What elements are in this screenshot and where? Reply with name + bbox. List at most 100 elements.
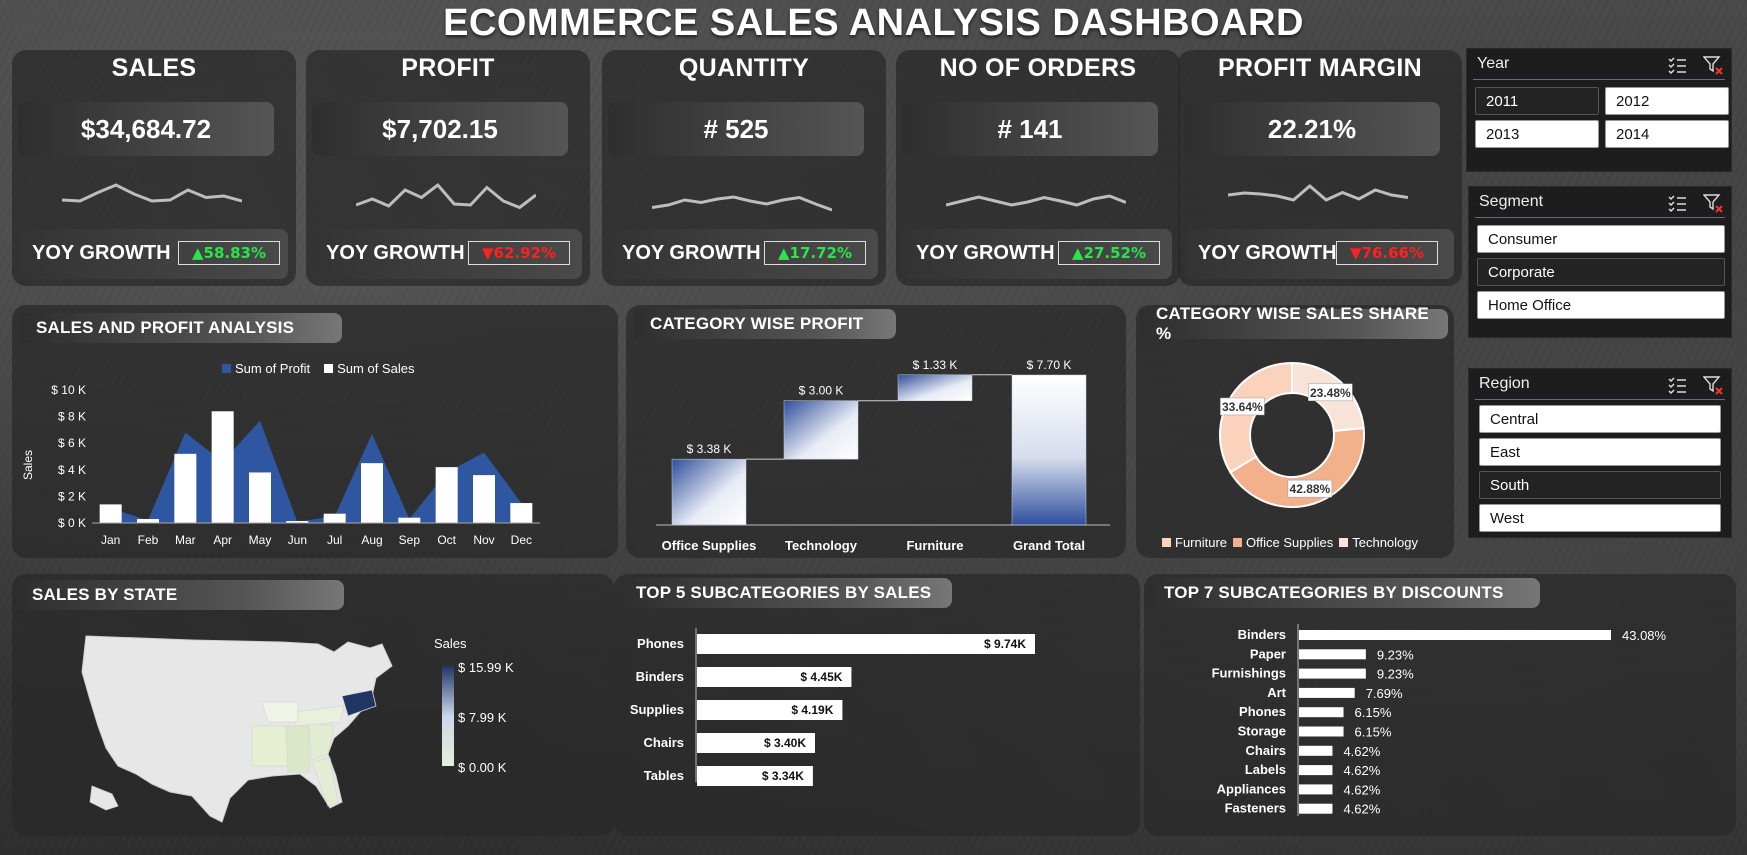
- discount-bar[interactable]: [1299, 687, 1355, 698]
- legend-swatch: [1339, 538, 1349, 547]
- sparkline: [356, 182, 536, 210]
- sales-by-state-title: SALES BY STATE: [16, 580, 344, 610]
- sales-bar[interactable]: [323, 513, 346, 523]
- yoy-value: ▲27.52%: [1058, 241, 1160, 265]
- us-map[interactable]: [72, 626, 412, 826]
- waterfall-bar[interactable]: [783, 400, 859, 460]
- top5-panel: TOP 5 SUBCATEGORIES BY SALES Phones $ 9.7…: [614, 574, 1140, 836]
- kpi-card-profit-margin: PROFIT MARGIN 22.21% YOY GROWTH ▼76.66%: [1178, 50, 1462, 286]
- category-profit-panel: CATEGORY WISE PROFIT $ 3.38 K Office Supp…: [626, 305, 1126, 558]
- sales-bar[interactable]: [361, 463, 383, 523]
- sparkline: [946, 194, 1126, 207]
- discount-bar[interactable]: [1299, 745, 1333, 756]
- sales-bar[interactable]: [211, 411, 234, 523]
- yoy-box: YOY GROWTH ▲17.72%: [608, 229, 878, 279]
- bar-category: Tables: [644, 768, 684, 783]
- bar-category: Supplies: [630, 702, 684, 717]
- multi-select-icon[interactable]: [1667, 55, 1687, 75]
- region-option-east[interactable]: East: [1479, 438, 1721, 466]
- waterfall-category: Office Supplies: [662, 538, 757, 553]
- sales-bar[interactable]: [174, 453, 197, 523]
- multi-select-icon[interactable]: [1667, 193, 1687, 213]
- bar-category: Labels: [1245, 762, 1286, 777]
- map-legend-title: Sales: [434, 636, 467, 651]
- yoy-label: YOY GROWTH: [1198, 242, 1337, 264]
- yoy-label: YOY GROWTH: [622, 242, 761, 264]
- top5-chart: Phones $ 9.74K Binders $ 4.45K Supplies $ 4.1…: [630, 628, 1035, 786]
- waterfall-bar[interactable]: [1011, 374, 1087, 526]
- year-option-2013[interactable]: 2013: [1475, 120, 1599, 148]
- top5-title: TOP 5 SUBCATEGORIES BY SALES: [620, 578, 952, 608]
- segment-slicer-title: Segment: [1479, 193, 1544, 210]
- x-tick-label: Feb: [138, 533, 159, 547]
- sales-profit-legend: Sum of Profit Sum of Sales: [222, 361, 428, 376]
- top7-chart: Binders 43.08% Paper 9.23% Furnishings 9.23% A…: [1212, 624, 1667, 817]
- segment-option-home-office[interactable]: Home Office: [1477, 291, 1725, 319]
- bar-value-label: $ 9.74K: [984, 637, 1026, 651]
- sparkline-line: [652, 195, 832, 212]
- y-axis-label: Sales: [21, 450, 35, 480]
- year-option-2014[interactable]: 2014: [1605, 120, 1729, 148]
- discount-bar[interactable]: [1299, 668, 1366, 679]
- kpi-title: PROFIT: [401, 54, 495, 82]
- clear-filter-icon[interactable]: [1703, 375, 1723, 395]
- kpi-title: PROFIT MARGIN: [1218, 54, 1422, 82]
- sales-bar[interactable]: [249, 472, 271, 523]
- map-color-scale: [442, 666, 454, 766]
- multi-select-icon[interactable]: [1667, 375, 1687, 395]
- bar-value-label: $ 3.40K: [764, 736, 806, 750]
- yoy-box: YOY GROWTH ▲27.52%: [902, 229, 1172, 279]
- region-slicer-title: Region: [1479, 375, 1530, 392]
- sales-bar[interactable]: [473, 475, 495, 523]
- kpi-value: # 525: [608, 102, 864, 156]
- region-option-central[interactable]: Central: [1479, 405, 1721, 433]
- year-option-2012[interactable]: 2012: [1605, 87, 1729, 115]
- donut-label: 23.48%: [1310, 386, 1351, 400]
- discount-bar[interactable]: [1299, 649, 1366, 660]
- waterfall-bar[interactable]: [671, 458, 747, 526]
- sales-bar[interactable]: [99, 504, 122, 523]
- kpi-value: # 141: [902, 102, 1158, 156]
- region-slicer: Region Central East South West: [1468, 368, 1732, 538]
- segment-option-consumer[interactable]: Consumer: [1477, 225, 1725, 253]
- kpi-title: NO OF ORDERS: [939, 54, 1137, 82]
- bar-value-label: $ 4.45K: [800, 670, 842, 684]
- waterfall-category: Technology: [785, 538, 858, 553]
- sales-bar[interactable]: [398, 517, 421, 523]
- discount-bar[interactable]: [1299, 803, 1333, 814]
- waterfall-bar[interactable]: [897, 374, 973, 401]
- category-profit-title: CATEGORY WISE PROFIT: [634, 309, 896, 339]
- discount-bar[interactable]: [1299, 707, 1344, 718]
- x-tick-label: Sep: [399, 533, 421, 547]
- region-option-south[interactable]: South: [1479, 471, 1721, 499]
- clear-filter-icon[interactable]: [1703, 55, 1723, 75]
- donut-slice[interactable]: [1219, 361, 1293, 474]
- discount-bar[interactable]: [1299, 726, 1344, 737]
- sales-bar[interactable]: [510, 503, 533, 523]
- discount-bar[interactable]: [1299, 765, 1333, 776]
- x-tick-label: Aug: [361, 533, 382, 547]
- region-option-west[interactable]: West: [1479, 504, 1721, 532]
- sales-bar[interactable]: [435, 467, 458, 523]
- discount-bar[interactable]: [1299, 630, 1611, 640]
- y-tick-label: $ 6 K: [58, 436, 86, 450]
- kpi-card-quantity: QUANTITY # 525 YOY GROWTH ▲17.72%: [602, 50, 886, 286]
- segment-option-corporate[interactable]: Corporate: [1477, 258, 1725, 286]
- donut-label: 33.64%: [1222, 400, 1263, 414]
- waterfall-category: Furniture: [906, 538, 963, 553]
- sparkline: [652, 195, 832, 212]
- kpi-value: $34,684.72: [18, 102, 274, 156]
- kpi-card-no-of-orders: NO OF ORDERS # 141 YOY GROWTH ▲27.52%: [896, 50, 1180, 286]
- segment-slicer: Segment Consumer Corporate Home Office: [1468, 186, 1732, 338]
- bar-value-label: 4.62%: [1343, 763, 1380, 778]
- kpi-value: $7,702.15: [312, 102, 568, 156]
- map-legend-min: $ 0.00 K: [458, 760, 507, 775]
- discount-bar[interactable]: [1299, 784, 1333, 795]
- bar-value-label: 4.62%: [1343, 744, 1380, 759]
- legend-profit: Sum of Profit: [235, 361, 311, 376]
- year-option-2011[interactable]: 2011: [1475, 87, 1599, 115]
- sales-bar[interactable]: [137, 519, 159, 523]
- sales-profit-title: SALES AND PROFIT ANALYSIS: [20, 313, 342, 343]
- yoy-box: YOY GROWTH ▲58.83%: [18, 229, 288, 279]
- clear-filter-icon[interactable]: [1703, 193, 1723, 213]
